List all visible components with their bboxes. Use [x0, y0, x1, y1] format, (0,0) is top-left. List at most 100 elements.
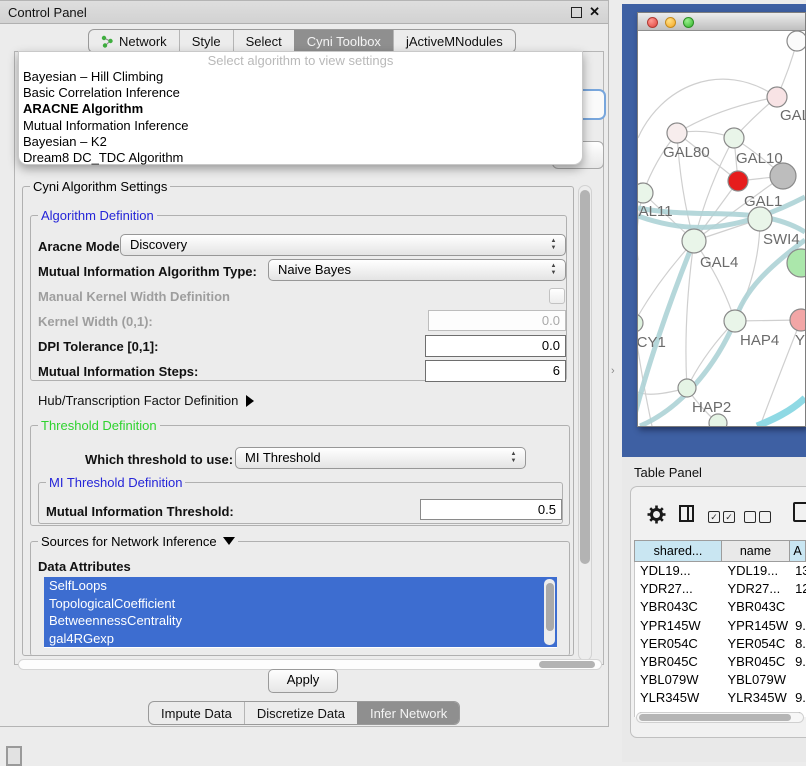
cell-shared[interactable]: YER054C	[635, 635, 722, 653]
dpi-tolerance-field[interactable]: 0.0	[425, 335, 566, 357]
table-row[interactable]: YBR043CYBR043C	[635, 598, 806, 616]
algorithm-option[interactable]: Dream8 DC_TDC Algorithm	[19, 150, 582, 166]
settings-horizontal-scroll-thumb[interactable]	[539, 661, 595, 668]
mi-threshold-field[interactable]: 0.5	[420, 499, 562, 520]
float-window-icon[interactable]	[571, 7, 582, 18]
tab-infer-network[interactable]: Infer Network	[357, 702, 459, 724]
tab-select[interactable]: Select	[233, 30, 294, 52]
tab-network[interactable]: Network	[89, 30, 179, 52]
close-icon[interactable]: ✕	[589, 4, 600, 20]
tab-style[interactable]: Style	[179, 30, 233, 52]
attribute-item-selected[interactable]: TopologicalCoefficient	[44, 595, 557, 613]
export-table-icon[interactable]	[793, 502, 806, 522]
cell-value[interactable]: 9.	[790, 653, 806, 671]
close-traffic-light[interactable]	[647, 17, 658, 28]
cell-shared[interactable]: YPR145W	[635, 617, 722, 635]
tab-impute-data[interactable]: Impute Data	[149, 702, 244, 724]
attribute-list-scrollbar[interactable]	[544, 579, 555, 645]
node-salmon[interactable]	[790, 309, 805, 331]
node-swi4[interactable]	[748, 207, 772, 231]
gear-icon[interactable]	[647, 505, 666, 524]
cell-value[interactable]	[790, 671, 806, 689]
table-row[interactable]: YER054CYER054C8.	[635, 635, 806, 653]
table-row[interactable]: YDL19...YDL19...13	[635, 562, 806, 580]
zoom-traffic-light[interactable]	[683, 17, 694, 28]
apply-button[interactable]: Apply	[268, 669, 338, 693]
cell-shared[interactable]: YLR345W	[635, 689, 722, 707]
algorithm-option[interactable]: Bayesian – K2	[19, 134, 582, 150]
splitter-expand-arrow[interactable]: ›	[611, 365, 615, 377]
cell-name[interactable]: YER054C	[722, 635, 790, 653]
mi-steps-field[interactable]: 6	[425, 360, 566, 382]
cell-name[interactable]: YBL079W	[722, 671, 790, 689]
cell-name[interactable]: YLR345W	[722, 689, 790, 707]
show-selected-columns-icon[interactable]: ✓✓	[708, 511, 738, 529]
node-hap4[interactable]	[724, 310, 746, 332]
node-gal11[interactable]	[638, 183, 653, 203]
node-gcy1[interactable]	[638, 314, 643, 332]
cell-value[interactable]: 9.	[790, 617, 806, 635]
tab-cyni-toolbox[interactable]: Cyni Toolbox	[294, 30, 393, 52]
which-threshold-combobox[interactable]: MI Threshold ▲▼	[235, 447, 526, 469]
node-hap2[interactable]	[678, 379, 696, 397]
node-gal4[interactable]	[682, 229, 706, 253]
tab-discretize-data[interactable]: Discretize Data	[244, 702, 357, 724]
mi-algorithm-type-combobox[interactable]: Naive Bayes ▲▼	[268, 259, 566, 281]
cell-shared[interactable]: YDL19...	[635, 562, 722, 580]
tab-jactivemnodules[interactable]: jActiveMNodules	[393, 30, 515, 52]
node[interactable]	[787, 31, 805, 51]
cell-shared[interactable]: YBR045C	[635, 653, 722, 671]
manual-kernel-checkbox[interactable]	[549, 288, 565, 304]
table-row[interactable]: YDR27...YDR27...12	[635, 580, 806, 598]
table-row[interactable]: YBL079WYBL079W	[635, 671, 806, 689]
node-gal80[interactable]	[667, 123, 687, 143]
cell-value[interactable]	[790, 598, 806, 616]
hide-columns-icon[interactable]	[744, 511, 774, 529]
attribute-item-selected[interactable]: gal4RGexp	[44, 630, 557, 648]
control-panel-titlebar[interactable]: Control Panel ✕	[0, 1, 608, 24]
column-header-partial[interactable]: A	[790, 540, 806, 562]
minimized-panel-icon[interactable]	[6, 746, 22, 766]
node-gal10[interactable]	[724, 128, 744, 148]
cell-name[interactable]: YDR27...	[722, 580, 790, 598]
cell-name[interactable]: YBR045C	[722, 653, 790, 671]
node-gal-partial[interactable]	[767, 87, 787, 107]
node-gal1[interactable]	[728, 171, 748, 191]
network-canvas[interactable]: GAL GAL80 GAL10 GAL1 GAL11 SWI4 GAL4 GCY…	[638, 30, 805, 426]
hub-definition-expander[interactable]: Hub/Transcription Factor Definition	[38, 393, 254, 408]
sources-legend[interactable]: Sources for Network Inference	[38, 534, 238, 549]
aracne-mode-combobox[interactable]: Discovery ▲▼	[120, 234, 566, 256]
attribute-item-selected[interactable]: SelfLoops	[44, 577, 557, 595]
table-row[interactable]: YLR345WYLR345W9.	[635, 689, 806, 707]
table-row[interactable]: YPR145WYPR145W9.	[635, 617, 806, 635]
cell-shared[interactable]: YBL079W	[635, 671, 722, 689]
algorithm-option[interactable]: Basic Correlation Inference	[19, 85, 582, 101]
cell-value[interactable]: 13	[790, 562, 806, 580]
settings-vertical-scrollbar[interactable]	[578, 185, 592, 661]
table-horizontal-scrollbar[interactable]	[636, 712, 804, 723]
cell-value[interactable]: 8.	[790, 635, 806, 653]
network-window-titlebar[interactable]	[638, 13, 805, 31]
split-columns-icon[interactable]	[679, 505, 694, 522]
cell-value[interactable]: 9.	[790, 689, 806, 707]
minimize-traffic-light[interactable]	[665, 17, 676, 28]
algorithm-option[interactable]: Bayesian – Hill Climbing	[19, 69, 582, 85]
settings-vertical-scroll-thumb[interactable]	[580, 190, 590, 564]
mi-type-value: Naive Bayes	[278, 262, 351, 277]
dpi-tolerance-label: DPI Tolerance [0,1]:	[38, 339, 158, 354]
kernel-width-field[interactable]: 0.0	[428, 310, 566, 331]
table-horizontal-scroll-thumb[interactable]	[639, 714, 791, 721]
attribute-list-scroll-thumb[interactable]	[546, 583, 554, 631]
algorithm-option[interactable]: Mutual Information Inference	[19, 118, 582, 134]
table-row[interactable]: YBR045CYBR045C9.	[635, 653, 806, 671]
cell-name[interactable]: YDL19...	[722, 562, 790, 580]
column-header-shared-name[interactable]: shared...	[634, 540, 722, 562]
cell-name[interactable]: YPR145W	[722, 617, 790, 635]
column-header-name[interactable]: name	[722, 540, 790, 562]
attribute-item-selected[interactable]: BetweennessCentrality	[44, 612, 557, 630]
cell-value[interactable]: 12	[790, 580, 806, 598]
algorithm-option-selected[interactable]: ARACNE Algorithm	[19, 101, 582, 117]
cell-name[interactable]: YBR043C	[722, 598, 790, 616]
cell-shared[interactable]: YDR27...	[635, 580, 722, 598]
cell-shared[interactable]: YBR043C	[635, 598, 722, 616]
